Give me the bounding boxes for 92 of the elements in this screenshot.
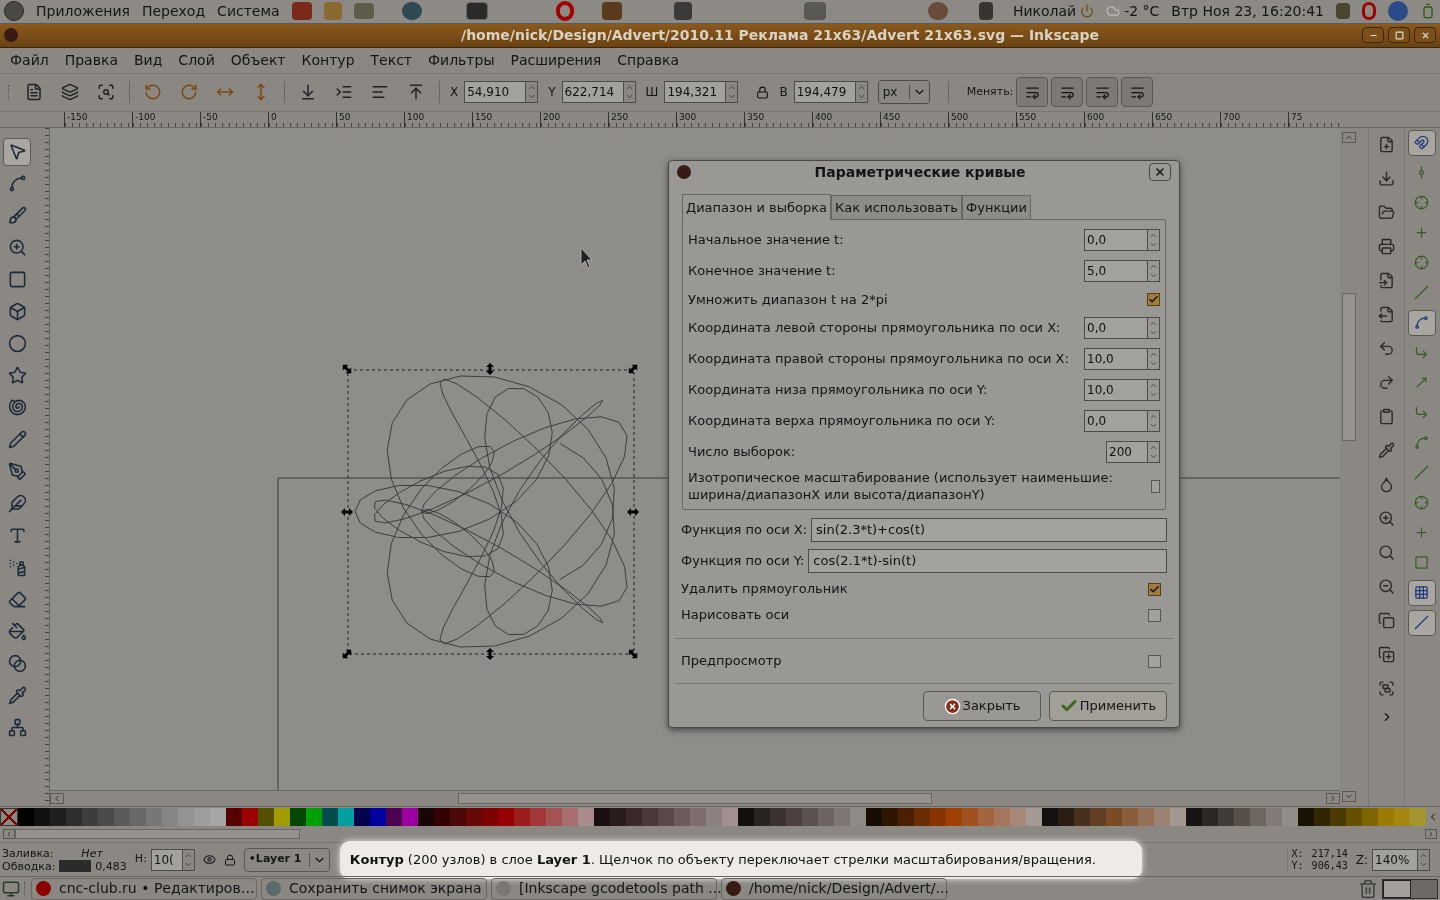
stroke-width: 0,483 xyxy=(95,859,127,873)
parameter-field[interactable]: 0,0 xyxy=(1084,409,1148,432)
parameter-label: Изотропическое масштабирование (использует наименьшие: ширина/диапазонX или высота/диапазонY) xyxy=(688,469,1114,503)
parameter-field[interactable]: 200 xyxy=(1106,440,1148,463)
zoom-label: Z: xyxy=(1355,851,1368,869)
dialog-tab[interactable]: Диапазон и выборка xyxy=(682,194,832,220)
parameter-field[interactable]: 0,0 xyxy=(1084,228,1148,251)
clock[interactable]: Втр Ноя 23, 16:20:41 xyxy=(1171,0,1324,22)
menu-item[interactable]: Объект xyxy=(230,49,286,71)
ruler-label: 700 xyxy=(1222,111,1242,122)
dialog-tab[interactable]: Как использовать xyxy=(831,195,963,219)
parameter-field[interactable]: 5,0 xyxy=(1084,259,1148,282)
fill-value: Нет xyxy=(80,846,104,860)
parameter-label: Конечное значение t: xyxy=(688,261,836,280)
user-name[interactable]: Николай xyxy=(1012,0,1077,22)
window-title: /home/nick/Design/Advert/2010.11 Реклама 21x63/Advert 21x63.svg — Inkscape xyxy=(460,25,1100,45)
field-label: В xyxy=(779,84,788,102)
ruler-label: 500 xyxy=(950,111,970,122)
dialog-title: Параметрические кривые xyxy=(813,162,1027,182)
field-label: X xyxy=(450,84,459,102)
ruler-label: -150 xyxy=(66,111,89,122)
function-label: Функция по оси X: xyxy=(681,520,808,539)
menu-item[interactable]: Расширения xyxy=(510,49,602,71)
fill-label: Заливка: xyxy=(2,846,55,860)
function-field[interactable]: sin(2.3*t)+cos(t) xyxy=(811,517,1167,542)
menu-item[interactable]: Правка xyxy=(64,49,118,71)
menu-item[interactable]: Файл xyxy=(10,49,49,71)
opacity-label: H: xyxy=(134,851,147,868)
ruler-label: 400 xyxy=(814,111,834,122)
parameter-label: Число выборок: xyxy=(688,442,796,461)
cursor-coordinate: 906,43 xyxy=(1311,859,1348,872)
function-label: Функция по оси Y: xyxy=(681,551,805,570)
ruler-label: 50 xyxy=(338,111,352,122)
field-label: Ш xyxy=(645,84,659,102)
ruler-label: -50 xyxy=(202,111,219,122)
cursor-axis-label: X: xyxy=(1291,847,1304,860)
parameter-label: Умножить диапазон t на 2*pi xyxy=(688,290,888,308)
option-label: Нарисовать оси xyxy=(681,606,790,625)
menu-item[interactable]: Контур xyxy=(301,49,355,71)
parameter-label: Координата верха прямоугольника по оси Y: xyxy=(688,411,996,430)
ruler-label: 75 xyxy=(1290,111,1304,122)
taskbar-item[interactable]: cnc-club.ru • Редактиров… xyxy=(31,877,257,900)
parameter-label: Координата правой стороны прямоугольника по оси X: xyxy=(688,349,1069,368)
cursor-coordinate: 217,14 xyxy=(1311,847,1348,860)
coordinate-field[interactable]: 54,910 xyxy=(464,81,527,104)
option-label: Удалить прямоугольник xyxy=(681,580,848,599)
ruler-label: -100 xyxy=(134,111,157,122)
menu-item[interactable]: Фильтры xyxy=(428,49,495,71)
opacity-field[interactable]: 10( xyxy=(150,848,183,871)
ruler-label: 350 xyxy=(746,111,766,122)
ruler-label: 100 xyxy=(406,111,426,122)
parameter-label: Координата левой стороны прямоугольника по оси X: xyxy=(688,318,1061,337)
option-label: Предпросмотр xyxy=(681,652,782,671)
menu-item[interactable]: Текст xyxy=(370,49,412,71)
ruler-label: 550 xyxy=(1018,111,1038,122)
menu-item[interactable]: Слой xyxy=(178,49,215,71)
taskbar-item[interactable]: /home/nick/Design/Advert/... xyxy=(721,877,947,900)
menu-item[interactable]: Вид xyxy=(133,49,163,71)
taskbar-item[interactable]: Сохранить снимок экрана xyxy=(261,877,487,900)
panel-menu[interactable]: Приложения xyxy=(36,0,130,22)
stroke-label: Обводка: xyxy=(2,859,56,873)
ruler-label: 600 xyxy=(1086,111,1106,122)
status-message: Контур (200 узлов) в слое Layer 1. Щелчок по объекту переключает стрелки масштабирования/вращения. xyxy=(339,840,1142,879)
menu-item[interactable]: Справка xyxy=(617,49,679,71)
layer-dropdown[interactable]: •Layer 1 xyxy=(243,847,330,872)
coordinate-field[interactable]: 194,479 xyxy=(793,81,856,104)
field-label: Y xyxy=(548,84,556,102)
panel-menu[interactable]: Система xyxy=(217,0,280,22)
weather-reading[interactable]: -2 °C xyxy=(1124,0,1160,22)
coordinate-field[interactable]: 622,714 xyxy=(561,81,624,104)
dialog-button[interactable]: Применить xyxy=(1049,691,1167,721)
ruler-label: 650 xyxy=(1154,111,1174,122)
ruler-label: 250 xyxy=(610,111,630,122)
ruler-label: 300 xyxy=(678,111,698,122)
parameter-field[interactable]: 10,0 xyxy=(1084,378,1148,401)
function-field[interactable]: cos(2.1*t)-sin(t) xyxy=(808,548,1167,573)
zoom-field[interactable]: 140% xyxy=(1372,848,1418,871)
parameter-label: Координата низа прямоугольника по оси Y: xyxy=(688,380,988,399)
parameter-field[interactable]: 10,0 xyxy=(1084,347,1148,370)
panel-menu[interactable]: Переход xyxy=(141,0,206,22)
ruler-label: 150 xyxy=(474,111,494,122)
coordinate-field[interactable]: 194,321 xyxy=(664,81,727,104)
dialog-button[interactable]: Закрыть xyxy=(923,691,1041,721)
ruler-label: 450 xyxy=(882,111,902,122)
ruler-label: 200 xyxy=(542,111,562,122)
unit-dropdown[interactable]: px xyxy=(877,80,930,105)
parameter-label: Начальное значение t: xyxy=(688,230,844,249)
ruler-label: 0 xyxy=(270,111,278,122)
cursor-axis-label: Y: xyxy=(1291,859,1304,872)
transform-label: Менять: xyxy=(966,84,1014,101)
dialog-tab[interactable]: Функции xyxy=(962,195,1031,219)
parameter-field[interactable]: 0,0 xyxy=(1084,316,1148,339)
